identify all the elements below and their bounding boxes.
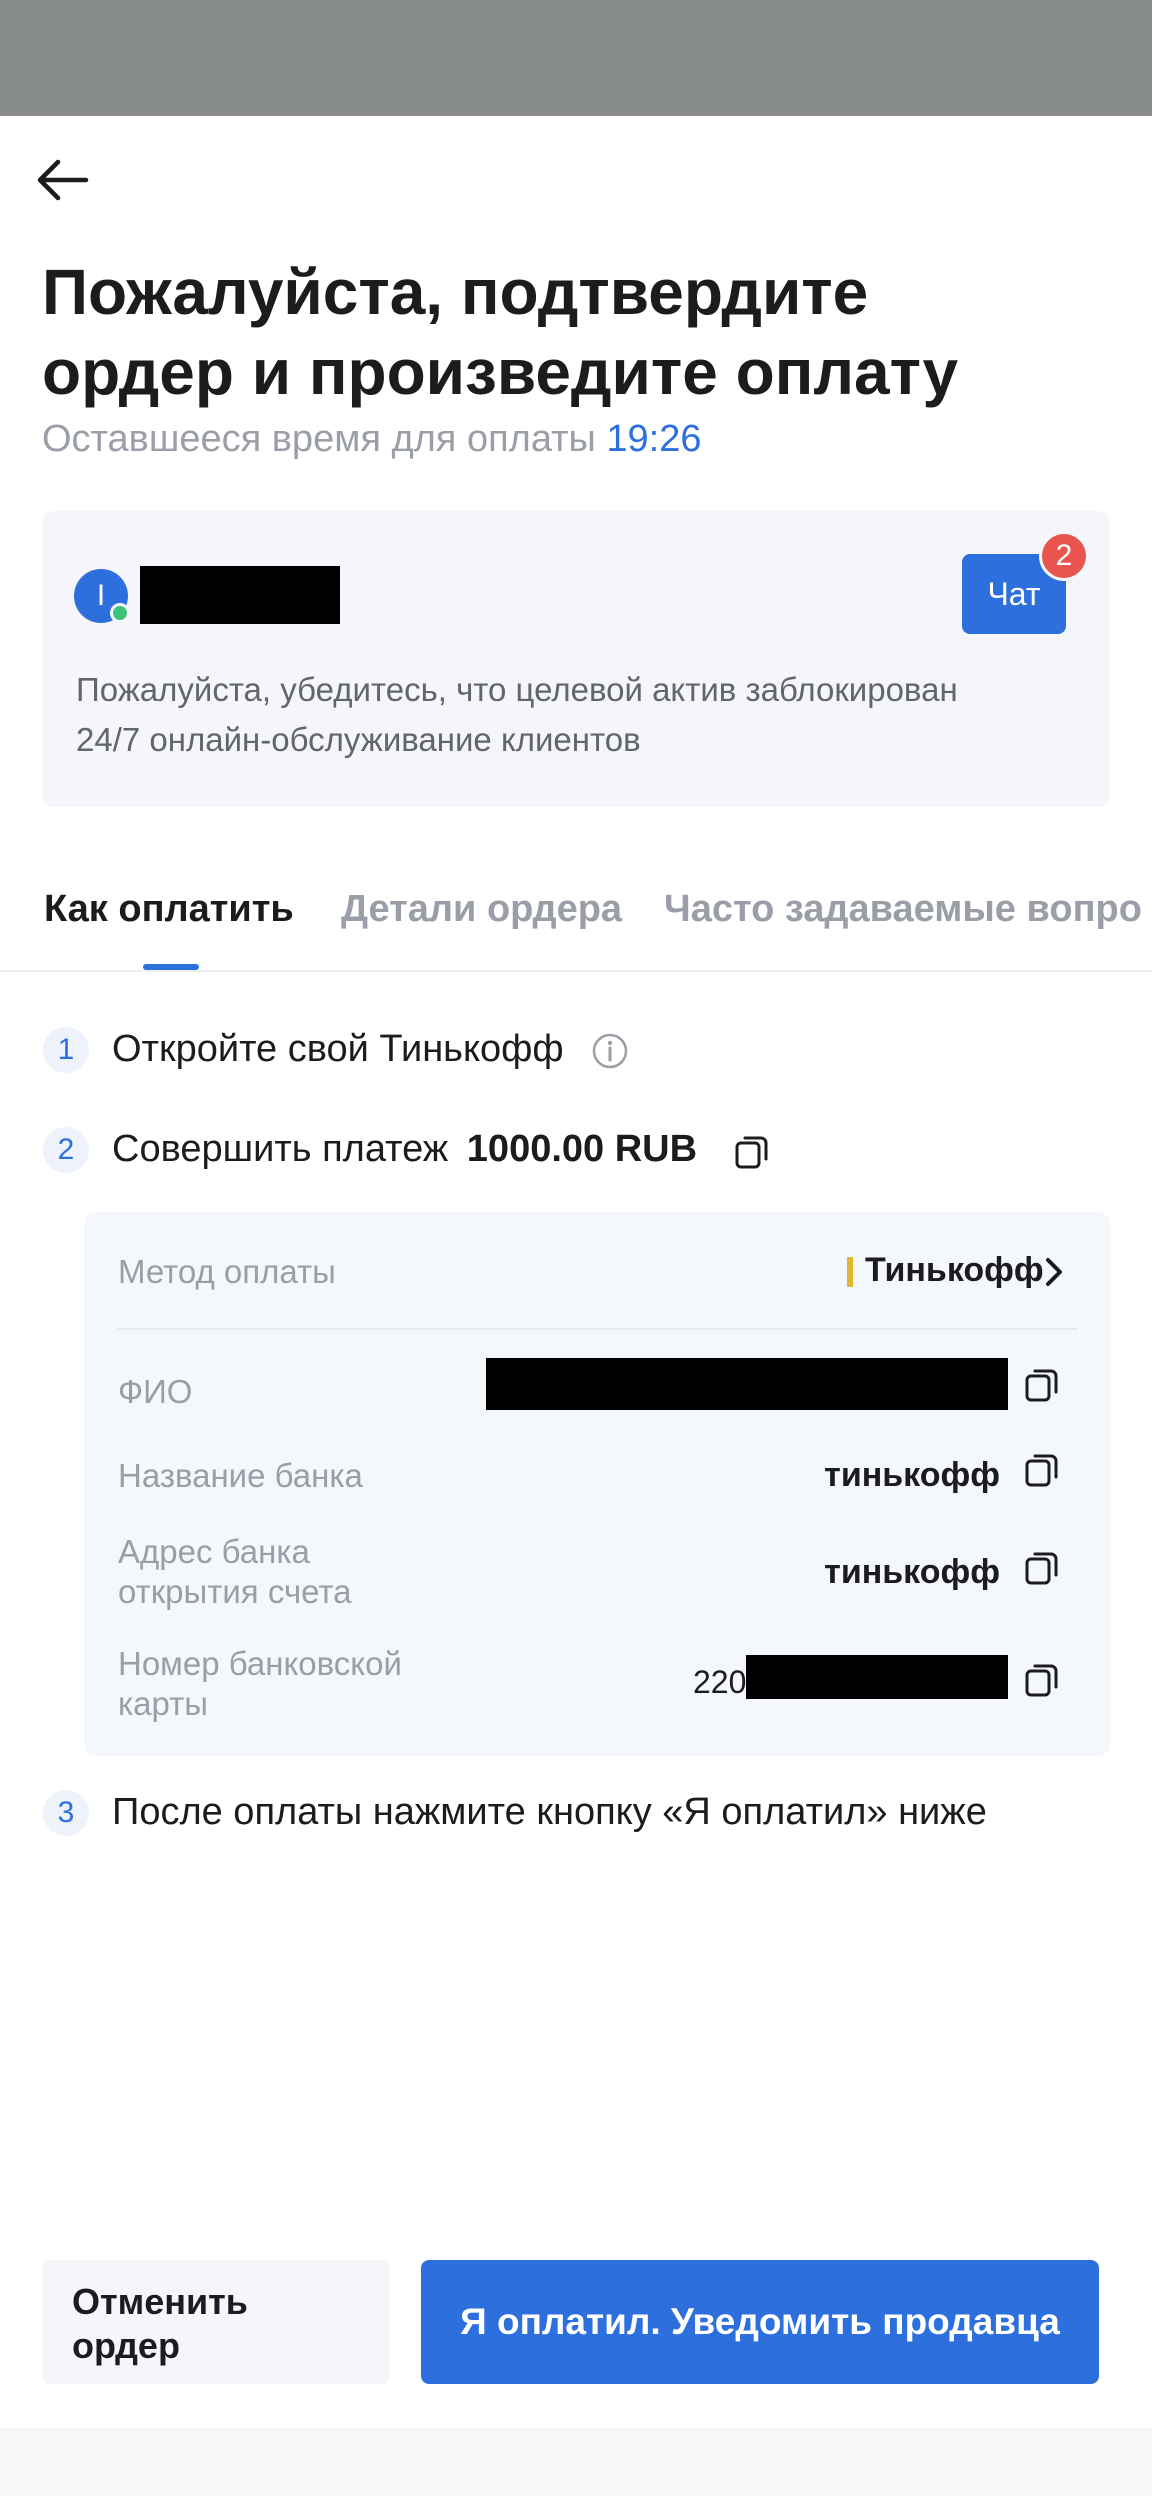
cancel-order-button[interactable]: Отменить ордер (42, 2260, 390, 2384)
copy-name-icon[interactable] (1023, 1366, 1061, 1404)
chevron-right-icon[interactable] (1038, 1254, 1070, 1290)
paid-notify-seller-button[interactable]: Я оплатил. Уведомить продавца (421, 2260, 1099, 2384)
divider (118, 1328, 1078, 1330)
bank-name-value: тинькофф (824, 1456, 1000, 1494)
tabs: Как оплатить Детали ордера Часто задавае… (0, 880, 1152, 972)
cancel-order-label-line1: Отменить (72, 2281, 248, 2322)
method-color-bar (847, 1257, 853, 1287)
page-title: Пожалуйста, подтвердите ордер и произвед… (42, 252, 1102, 412)
bank-address-value: тинькофф (824, 1553, 1000, 1591)
step-number-3: 3 (43, 1790, 89, 1836)
card-number-label-line2: карты (118, 1685, 208, 1722)
page-title-line1: Пожалуйста, подтвердите (42, 256, 869, 328)
tab-faq[interactable]: Часто задаваемые вопро (664, 888, 1142, 931)
payment-details-card: Метод оплаты Тинькофф ФИО [redacted] Наз… (84, 1212, 1110, 1756)
step-number-2: 2 (43, 1127, 89, 1173)
copy-bank-name-icon[interactable] (1023, 1451, 1061, 1489)
cancel-order-label-line2: ордер (72, 2325, 180, 2366)
payment-timer: Оставшееся время для оплаты 19:26 (42, 418, 702, 461)
active-tab-indicator (143, 964, 199, 970)
card-number-prefix: 220 (693, 1664, 747, 1700)
copy-card-number-icon[interactable] (1023, 1661, 1061, 1699)
card-number-label-line1: Номер банковской (118, 1645, 402, 1682)
chat-unread-badge: 2 (1039, 531, 1089, 581)
payment-method-value[interactable]: Тинькофф (865, 1251, 1044, 1290)
step-1-text: Откройте свой Тинькофф (112, 1028, 564, 1071)
full-name-label: ФИО (118, 1373, 193, 1410)
card-number-hidden: [redacted] (746, 1655, 1008, 1699)
step-2-label: Совершить платеж (112, 1128, 449, 1170)
bank-address-label-line2: открытия счета (118, 1573, 352, 1610)
info-icon[interactable] (591, 1032, 629, 1070)
status-bar (0, 0, 1152, 116)
step-2-text: Совершить платеж 1000.00 RUB (112, 1128, 697, 1171)
full-name-value: [redacted] (486, 1358, 1008, 1410)
note-asset-locked: Пожалуйста, убедитесь, что целевой актив… (76, 671, 958, 708)
step-number-1: 1 (43, 1027, 89, 1073)
tab-order-details[interactable]: Детали ордера (341, 888, 622, 931)
payment-method-label: Метод оплаты (118, 1253, 336, 1290)
step-3-label: После оплаты нажмите кнопку «Я оплатил» … (112, 1791, 987, 1833)
timer-value: 19:26 (606, 418, 702, 460)
payment-amount: 1000.00 RUB (466, 1128, 698, 1170)
step-3-text: После оплаты нажмите кнопку «Я оплатил» … (112, 1791, 987, 1834)
step-1-label: Откройте свой Тинькофф (112, 1028, 564, 1070)
bank-name-label: Название банка (118, 1457, 363, 1494)
seller-name[interactable]: [redacted] (140, 566, 340, 624)
page-title-line2: ордер и произведите оплату (42, 336, 959, 408)
copy-amount-icon[interactable] (733, 1133, 771, 1171)
note-support: 24/7 онлайн-обслуживание клиентов (76, 721, 641, 758)
seller-notes: Пожалуйста, убедитесь, что целевой актив… (76, 665, 958, 765)
timer-label: Оставшееся время для оплаты (42, 418, 596, 460)
online-status-icon (110, 603, 130, 623)
copy-bank-address-icon[interactable] (1023, 1549, 1061, 1587)
tab-how-to-pay[interactable]: Как оплатить (44, 888, 294, 931)
back-arrow-icon[interactable] (30, 148, 94, 212)
bank-address-label: Адрес банка открытия счета (118, 1532, 352, 1612)
card-number-label: Номер банковской карты (118, 1644, 402, 1724)
bank-address-label-line1: Адрес банка (118, 1533, 310, 1570)
navigation-bar (0, 2428, 1152, 2496)
seller-card: I [redacted] Чат 2 Пожалуйста, убедитесь… (42, 511, 1110, 807)
